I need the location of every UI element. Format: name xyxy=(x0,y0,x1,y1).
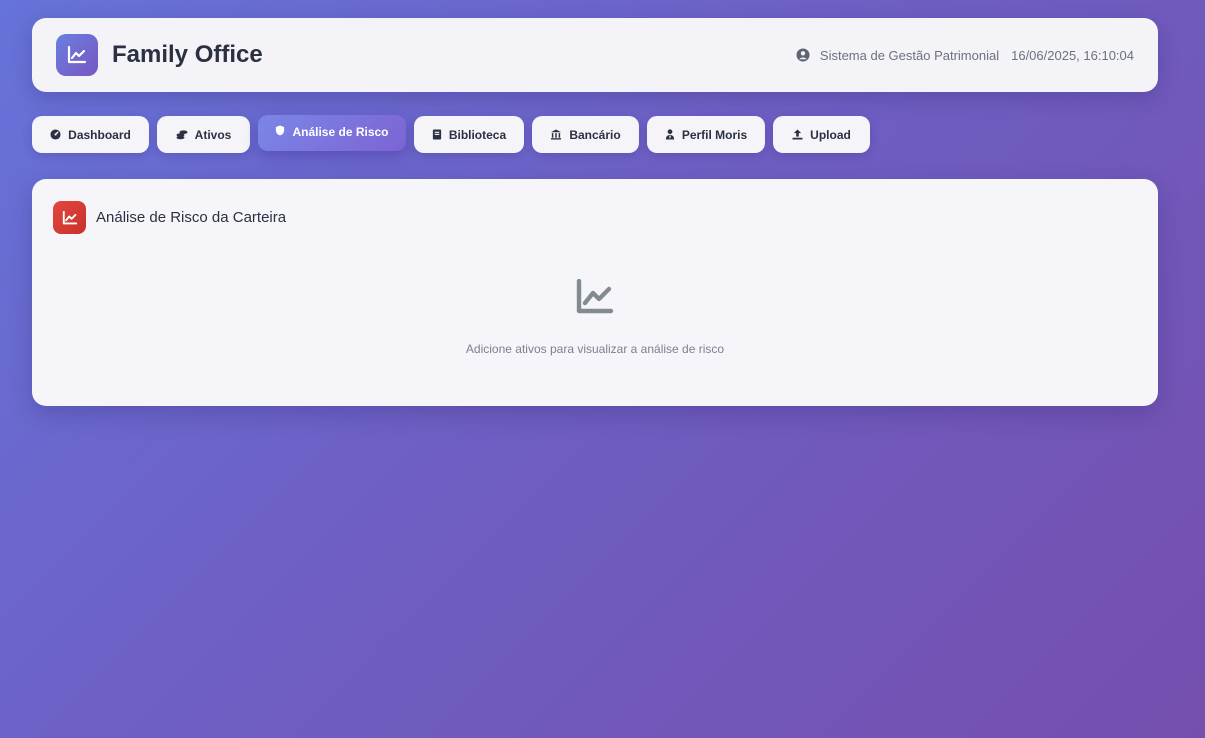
system-subtitle: Sistema de Gestão Patrimonial xyxy=(819,47,1000,63)
chart-line-icon xyxy=(56,34,98,76)
gauge-icon xyxy=(50,129,61,140)
tab-label: Análise de Risco xyxy=(292,125,389,139)
panel-title: Análise de Risco da Carteira xyxy=(96,209,287,226)
tab-label: Biblioteca xyxy=(448,127,507,142)
brand: Family Office xyxy=(56,34,263,76)
tab-dashboard[interactable]: Dashboard xyxy=(32,116,149,153)
coins-icon xyxy=(176,129,188,140)
datetime: 16/06/2025, 16:10:04 xyxy=(1011,47,1134,63)
upload-icon xyxy=(792,129,803,140)
tab-ativos[interactable]: Ativos xyxy=(157,116,250,153)
risk-analysis-panel: Análise de Risco da Carteira Adicione at… xyxy=(32,179,1158,406)
user-tie-icon xyxy=(665,129,675,140)
tab-analise-de-risco[interactable]: Análise de Risco xyxy=(258,115,406,151)
chart-line-icon xyxy=(575,278,615,320)
bank-icon xyxy=(550,129,562,140)
chart-line-icon xyxy=(53,201,86,234)
app-header: Family Office Sistema de Gestão Patrimon… xyxy=(32,18,1158,92)
shield-icon xyxy=(275,125,285,136)
tab-label: Ativos xyxy=(194,127,232,142)
tab-biblioteca[interactable]: Biblioteca xyxy=(414,116,524,153)
tab-label: Perfil Moris xyxy=(681,127,748,142)
header-info: Sistema de Gestão Patrimonial 16/06/2025… xyxy=(796,48,1134,63)
tab-perfil-moris[interactable]: Perfil Moris xyxy=(647,116,765,153)
tab-label: Upload xyxy=(810,127,851,142)
app-title: Family Office xyxy=(112,41,263,68)
user-circle-icon xyxy=(796,48,810,62)
tab-label: Dashboard xyxy=(68,127,131,142)
tab-bancario[interactable]: Bancário xyxy=(532,116,639,153)
panel-header: Análise de Risco da Carteira xyxy=(53,201,286,234)
tab-label: Bancário xyxy=(569,127,621,142)
empty-message: Adicione ativos para visualizar a anális… xyxy=(465,342,725,356)
tab-upload[interactable]: Upload xyxy=(773,116,870,153)
book-icon xyxy=(432,129,442,140)
empty-state: Adicione ativos para visualizar a anális… xyxy=(32,278,1158,356)
